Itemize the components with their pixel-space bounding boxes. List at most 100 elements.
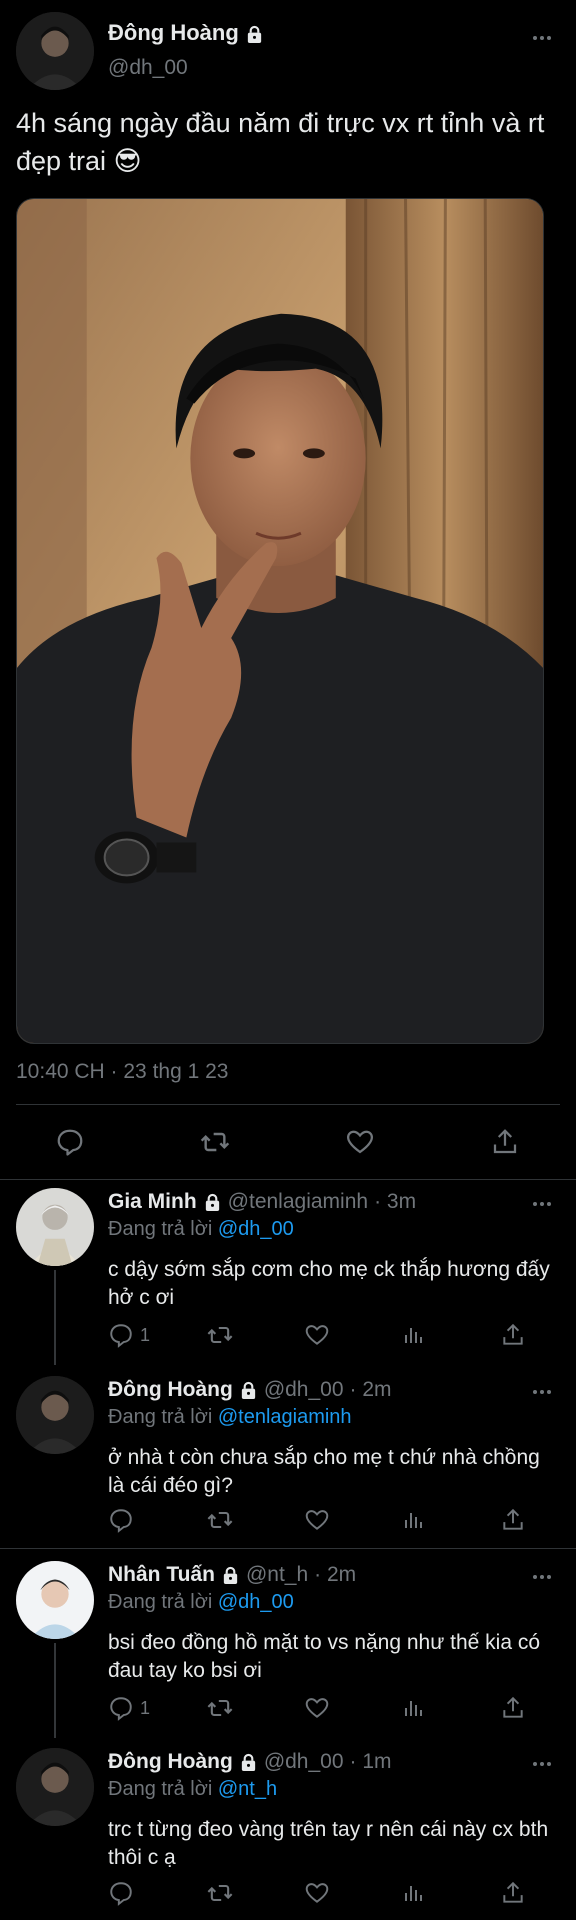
replying-to: Đang trả lời @dh_00 <box>108 1218 294 1241</box>
replying-prefix: Đang trả lời <box>108 1218 213 1240</box>
more-options-icon[interactable] <box>530 26 554 50</box>
more-options-icon[interactable] <box>530 1752 554 1776</box>
like-icon <box>305 1698 329 1718</box>
author-handle[interactable]: @dh_00 <box>264 1750 344 1774</box>
avatar[interactable] <box>16 1188 94 1266</box>
views-icon <box>405 1886 422 1901</box>
views-button[interactable] <box>402 1503 462 1537</box>
like-button[interactable] <box>304 1318 364 1352</box>
more-options-icon[interactable] <box>530 1192 554 1216</box>
author-row: Đông Hoàng @dh_00 · 1m <box>108 1750 392 1774</box>
mention-link[interactable]: @tenlagiaminh <box>218 1406 352 1428</box>
views-button[interactable] <box>402 1876 462 1910</box>
share-icon <box>503 1696 523 1718</box>
share-button[interactable] <box>500 1503 528 1537</box>
reply-button[interactable]: 1 <box>108 1691 168 1725</box>
reply-time[interactable]: · 3m <box>374 1190 416 1214</box>
views-button[interactable] <box>402 1691 462 1725</box>
views-icon <box>405 1513 422 1528</box>
tweet-text: 4h sáng ngày đầu năm đi trực vx rt tỉnh … <box>16 108 545 176</box>
reply-time[interactable]: · 2m <box>350 1378 392 1402</box>
author-name[interactable]: Gia Minh <box>108 1190 197 1214</box>
reply-tweet[interactable]: Đông Hoàng @dh_00 · 2m Đang trả lời @ten… <box>0 1368 576 1546</box>
divider <box>16 1104 560 1105</box>
author-row: Gia Minh @tenlagiaminh · 3m <box>108 1190 416 1214</box>
tweet-actions <box>0 1112 576 1172</box>
reply-icon <box>110 1882 132 1906</box>
reply-time[interactable]: · 2m <box>314 1563 356 1587</box>
like-button[interactable] <box>304 1876 364 1910</box>
thread-line <box>54 1270 56 1365</box>
reply-actions: 1 <box>108 1691 528 1725</box>
replying-to: Đang trả lời @tenlagiaminh <box>108 1406 352 1429</box>
like-button[interactable] <box>304 1503 364 1537</box>
retweet-icon <box>207 1884 233 1902</box>
like-icon[interactable] <box>330 1112 390 1172</box>
share-button[interactable] <box>500 1318 528 1352</box>
share-button[interactable] <box>500 1876 528 1910</box>
retweet-button[interactable] <box>206 1503 266 1537</box>
author-handle[interactable]: @dh_00 <box>264 1378 344 1402</box>
main-tweet: Đông Hoàng @dh_00 4h sáng ngày đầu năm đ… <box>0 0 576 1185</box>
avatar[interactable] <box>16 1748 94 1826</box>
views-button[interactable] <box>402 1318 462 1352</box>
reply-button[interactable] <box>108 1876 168 1910</box>
author-handle[interactable]: @dh_00 <box>108 56 188 80</box>
reply-tweet[interactable]: Nhân Tuấn @nt_h · 2m Đang trả lời @dh_00… <box>0 1553 576 1738</box>
views-icon <box>405 1701 422 1716</box>
author-row: Nhân Tuấn @nt_h · 2m <box>108 1563 356 1587</box>
reply-count: 1 <box>140 1697 151 1718</box>
author-name[interactable]: Đông Hoàng <box>108 20 239 46</box>
author-row: Đông Hoàng @dh_00 · 2m <box>108 1378 392 1402</box>
avatar[interactable] <box>16 1376 94 1454</box>
like-icon <box>305 1883 329 1903</box>
replying-to: Đang trả lời @dh_00 <box>108 1591 294 1614</box>
tweet-timestamp[interactable]: 10:40 CH · 23 thg 1 23 <box>16 1060 228 1084</box>
author-handle[interactable]: @tenlagiaminh <box>228 1190 368 1214</box>
share-icon[interactable] <box>475 1112 535 1172</box>
tweet-photo[interactable] <box>16 198 544 1044</box>
divider <box>0 1548 576 1549</box>
reply-count: 1 <box>140 1324 151 1345</box>
reply-actions <box>108 1503 528 1537</box>
share-button[interactable] <box>500 1691 528 1725</box>
share-icon <box>503 1323 523 1345</box>
mention-link[interactable]: @nt_h <box>218 1778 277 1800</box>
avatar[interactable] <box>16 12 94 90</box>
reply-text: trc t từng đeo vàng trên tay r nên cái n… <box>108 1818 549 1869</box>
more-options-icon[interactable] <box>530 1565 554 1589</box>
reply-time[interactable]: · 1m <box>350 1750 392 1774</box>
author-name[interactable]: Đông Hoàng <box>108 1378 233 1402</box>
reply-button[interactable]: 1 <box>108 1318 168 1352</box>
replying-prefix: Đang trả lời <box>108 1591 213 1613</box>
retweet-button[interactable] <box>206 1318 266 1352</box>
share-icon <box>503 1881 523 1903</box>
reply-button[interactable] <box>108 1503 168 1537</box>
replying-to: Đang trả lời @nt_h <box>108 1778 277 1801</box>
retweet-button[interactable] <box>206 1691 266 1725</box>
mention-link[interactable]: @dh_00 <box>218 1591 294 1613</box>
lock-icon <box>221 1566 240 1585</box>
lock-icon <box>239 1381 258 1400</box>
reply-text: ở nhà t còn chưa sắp cho mẹ t chứ nhà ch… <box>108 1446 540 1497</box>
reply-tweet[interactable]: Gia Minh @tenlagiaminh · 3m Đang trả lời… <box>0 1180 576 1365</box>
author-name[interactable]: Đông Hoàng <box>108 1750 233 1774</box>
lock-icon <box>239 1753 258 1772</box>
mention-link[interactable]: @dh_00 <box>218 1218 294 1240</box>
like-button[interactable] <box>304 1691 364 1725</box>
retweet-icon <box>207 1511 233 1529</box>
retweet-icon[interactable] <box>185 1112 245 1172</box>
reply-tweet[interactable]: Đông Hoàng @dh_00 · 1m Đang trả lời @nt_… <box>0 1740 576 1920</box>
reply-icon[interactable] <box>40 1112 100 1172</box>
like-icon <box>305 1325 329 1345</box>
more-options-icon[interactable] <box>530 1380 554 1404</box>
reply-icon <box>110 1697 132 1721</box>
author-name[interactable]: Nhân Tuấn <box>108 1563 215 1587</box>
reply-actions: 1 <box>108 1318 528 1352</box>
avatar[interactable] <box>16 1561 94 1639</box>
author-row: Đông Hoàng <box>108 20 264 46</box>
lock-icon <box>245 24 264 43</box>
author-handle[interactable]: @nt_h <box>246 1563 308 1587</box>
reply-text: bsi đeo đồng hồ mặt to vs nặng như thế k… <box>108 1631 541 1682</box>
retweet-button[interactable] <box>206 1876 266 1910</box>
